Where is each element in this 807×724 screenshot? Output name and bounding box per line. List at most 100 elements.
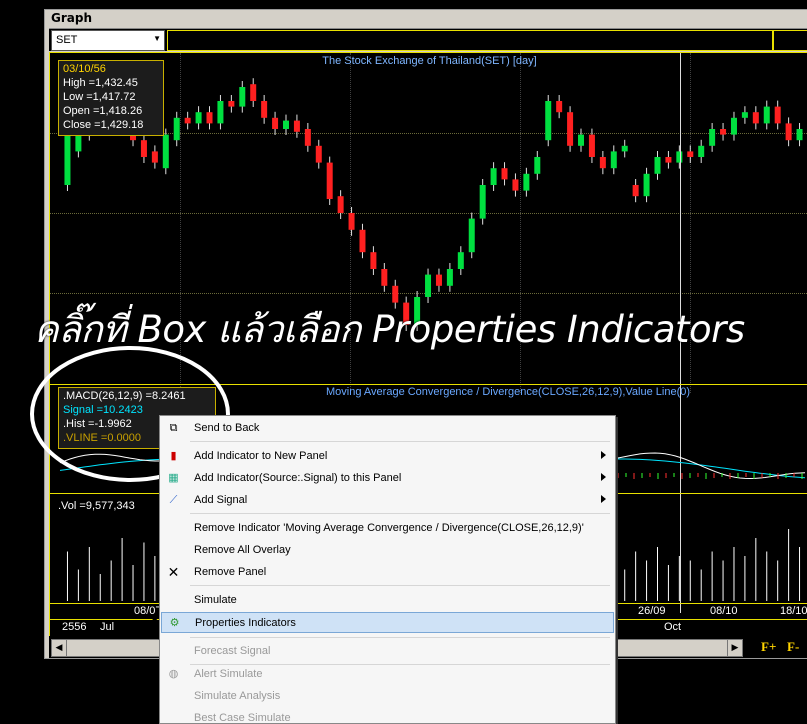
toolbar-input-box[interactable] bbox=[167, 30, 773, 51]
menu-item-add-indicator-source[interactable]: ▦ Add Indicator(Source:.Signal) to this … bbox=[161, 468, 614, 489]
candle-body bbox=[272, 117, 279, 129]
vline-value: .VLINE =0.0000 bbox=[63, 432, 141, 444]
candle-body bbox=[228, 101, 235, 107]
year-label: 2556 bbox=[62, 621, 87, 633]
menu-separator bbox=[190, 585, 610, 586]
candle-body bbox=[435, 274, 442, 286]
symbol-dropdown[interactable]: SET ▼ bbox=[51, 30, 165, 51]
candle-body bbox=[206, 112, 213, 124]
month-label: Jul bbox=[100, 621, 115, 633]
context-menu: ⧉ Send to Back ▮ Add Indicator to New Pa… bbox=[159, 415, 616, 724]
candle-body bbox=[381, 269, 388, 286]
properties-icon: ⚙ bbox=[169, 617, 180, 629]
candle-body bbox=[501, 168, 508, 180]
candle-body bbox=[293, 120, 300, 132]
candle-body bbox=[162, 134, 169, 169]
candle-body bbox=[763, 106, 770, 124]
candle-body bbox=[785, 123, 792, 141]
zoom-in-button[interactable]: F+ bbox=[761, 639, 776, 655]
menu-item-simulate[interactable]: Simulate bbox=[161, 590, 614, 611]
zoom-out-button[interactable]: F- bbox=[787, 639, 799, 655]
menu-item-remove-all-overlay[interactable]: Remove All Overlay bbox=[161, 540, 614, 561]
menu-item-add-indicator-new-panel[interactable]: ▮ Add Indicator to New Panel bbox=[161, 446, 614, 467]
menu-label: Add Indicator(Source:.Signal) to this Pa… bbox=[194, 472, 402, 484]
menu-separator bbox=[190, 513, 610, 514]
scroll-left-icon[interactable]: ◀ bbox=[51, 639, 67, 657]
hist-value: .Hist =-1.9962 bbox=[63, 418, 132, 430]
candle-body bbox=[534, 157, 541, 174]
candle-body bbox=[774, 106, 781, 124]
candle-body bbox=[545, 101, 552, 141]
menu-item-alert-simulate[interactable]: ◍ Alert Simulate bbox=[161, 664, 614, 685]
candle-body bbox=[741, 112, 748, 118]
window-titlebar[interactable]: Graph bbox=[45, 10, 807, 27]
layers-icon: ⧉ bbox=[169, 422, 178, 434]
candle-body bbox=[665, 157, 672, 163]
candle-body bbox=[578, 134, 585, 146]
candle-body bbox=[643, 173, 650, 197]
candle-body bbox=[446, 269, 453, 286]
instruction-caption: คลิ๊กที่ Box แล้วเลือก Properties Indica… bbox=[34, 308, 745, 351]
candle-body bbox=[479, 185, 486, 219]
candle-body bbox=[370, 252, 377, 269]
date-label: 26/09 bbox=[638, 605, 666, 617]
menu-item-best-case-simulate[interactable]: Best Case Simulate bbox=[161, 708, 614, 724]
candle-body bbox=[151, 151, 158, 163]
candle-body bbox=[184, 117, 191, 124]
menu-item-forecast-signal[interactable]: Forecast Signal bbox=[161, 641, 614, 662]
submenu-arrow-icon bbox=[601, 495, 606, 503]
candle-body bbox=[250, 84, 257, 101]
bar-chart-icon: ▮ bbox=[170, 450, 177, 462]
candle-body bbox=[348, 213, 355, 230]
signal-value: Signal =10.2423 bbox=[63, 404, 143, 416]
candle-body bbox=[567, 112, 574, 146]
macd-value: .MACD(26,12,9) =8.2461 bbox=[63, 390, 186, 402]
menu-label: Properties Indicators bbox=[195, 617, 296, 629]
menu-separator bbox=[190, 637, 610, 638]
menu-item-remove-indicator[interactable]: Remove Indicator 'Moving Average Converg… bbox=[161, 518, 614, 539]
candle-body bbox=[599, 157, 606, 169]
candle-body bbox=[588, 134, 595, 157]
menu-item-add-signal[interactable]: ⟋ Add Signal bbox=[161, 490, 614, 511]
candle-body bbox=[217, 101, 224, 124]
menu-item-properties-indicators[interactable]: ⚙ Properties Indicators bbox=[161, 612, 614, 633]
menu-item-remove-panel[interactable]: ✕ Remove Panel bbox=[161, 562, 614, 583]
menu-label: Remove All Overlay bbox=[194, 544, 291, 556]
menu-label: Remove Indicator 'Moving Average Converg… bbox=[194, 522, 584, 534]
candle-body bbox=[556, 101, 563, 113]
chevron-down-icon[interactable]: ▼ bbox=[153, 34, 161, 43]
candle-body bbox=[64, 129, 71, 185]
candle-body bbox=[720, 129, 727, 135]
info-open: Open =1,418.26 bbox=[63, 105, 143, 117]
menu-label: Best Case Simulate bbox=[194, 712, 291, 724]
menu-label: Send to Back bbox=[194, 422, 260, 434]
candle-body bbox=[621, 145, 628, 152]
month-label: Oct bbox=[664, 621, 682, 633]
signal-icon: ⟋ bbox=[169, 494, 178, 506]
price-info-box[interactable]: 03/10/56 High =1,432.45 Low =1,417.72 Op… bbox=[58, 60, 164, 136]
close-icon: ✕ bbox=[167, 564, 180, 580]
candle-body bbox=[687, 151, 694, 157]
panel-divider[interactable] bbox=[50, 384, 807, 385]
candle-body bbox=[610, 151, 617, 169]
candle-body bbox=[468, 218, 475, 253]
submenu-arrow-icon bbox=[601, 473, 606, 481]
candle-body bbox=[337, 196, 344, 213]
menu-label: Simulate bbox=[194, 594, 237, 606]
candle-body bbox=[512, 179, 519, 191]
menu-item-simulate-analysis[interactable]: Simulate Analysis bbox=[161, 686, 614, 707]
menu-item-send-to-back[interactable]: ⧉ Send to Back bbox=[161, 418, 614, 439]
candle-body bbox=[326, 162, 333, 199]
toolbar-input-box-2[interactable] bbox=[773, 30, 807, 51]
candle-body bbox=[359, 229, 366, 253]
candle-body bbox=[698, 145, 705, 157]
info-close: Close =1,429.18 bbox=[63, 119, 144, 131]
candle-body bbox=[239, 87, 246, 107]
alert-icon: ◍ bbox=[168, 668, 179, 680]
info-high: High =1,432.45 bbox=[63, 77, 138, 89]
chart-add-icon: ▦ bbox=[168, 472, 179, 484]
scroll-right-icon[interactable]: ▶ bbox=[727, 639, 743, 657]
date-label: 08/10 bbox=[710, 605, 738, 617]
candle-body bbox=[796, 129, 803, 141]
candle-body bbox=[730, 117, 737, 135]
